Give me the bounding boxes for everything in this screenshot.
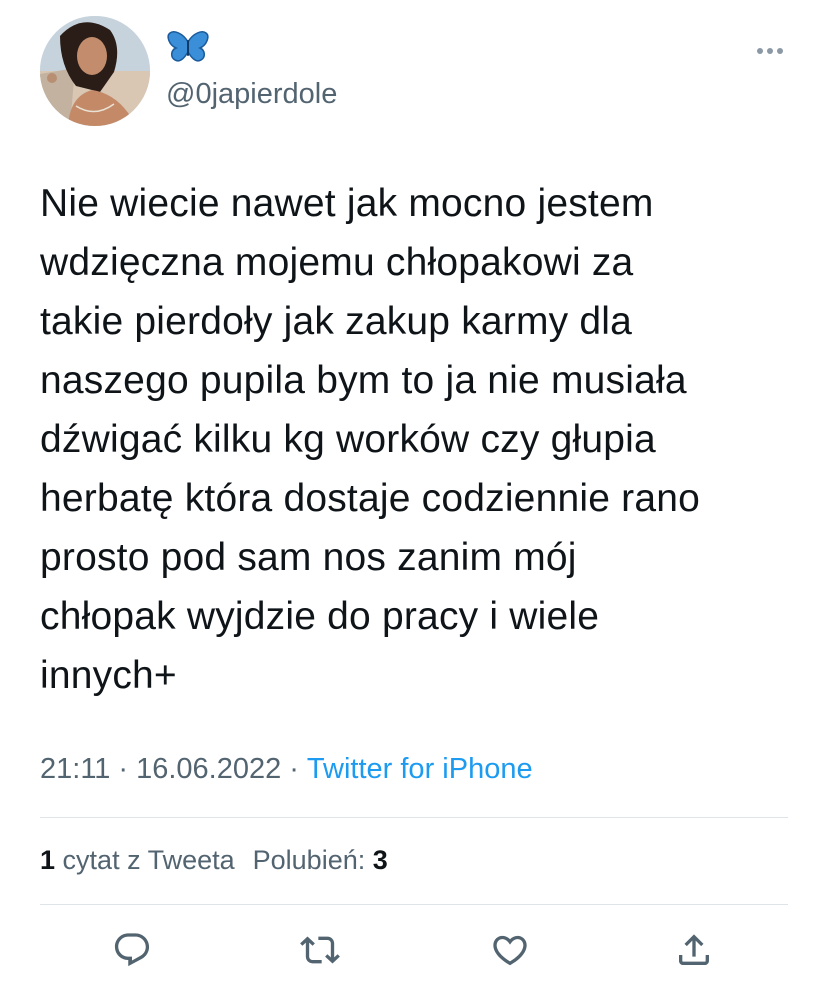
like-button[interactable] [488,928,532,972]
reply-button[interactable] [110,928,154,972]
more-dot [767,48,773,54]
retweet-icon [300,936,340,964]
tweet-time[interactable]: 21:11 [40,753,110,785]
likes-label: Polubień: [252,845,366,875]
user-handle[interactable]: @0japierdole [166,76,337,112]
tweet-text: Nie wiecie nawet jak mocno jestem wdzięc… [40,182,701,697]
divider [40,817,788,818]
meta-separator: · [118,753,129,785]
avatar[interactable] [40,16,150,126]
avatar-photo [40,16,150,126]
display-name[interactable] [166,30,210,66]
meta-separator: · [289,753,299,785]
more-dot [777,48,783,54]
tweet-meta: 21:11 · 16.06.2022 · Twitter for iPhone [40,750,533,788]
likes-count: 3 [372,845,388,875]
retweet-button[interactable] [298,928,342,972]
quote-tweets-stat[interactable]: 1 cytat z Tweeta [40,845,235,875]
reply-icon [114,933,150,967]
tweet-stats: 1 cytat z Tweeta Polubień: 3 [40,842,388,878]
like-icon [493,935,527,966]
tweet-date[interactable]: 16.06.2022 [136,753,281,785]
butterfly-icon [167,31,209,62]
more-dot [757,48,763,54]
share-button[interactable] [672,928,716,972]
more-options-icon[interactable] [752,38,788,64]
divider [40,904,788,905]
share-icon [679,934,709,965]
quote-label: cytat z Tweeta [62,845,235,875]
likes-stat[interactable]: Polubień: 3 [253,845,388,875]
quote-count: 1 [40,845,56,875]
action-bar [40,922,788,978]
tweet-source-link[interactable]: Twitter for iPhone [307,753,533,785]
